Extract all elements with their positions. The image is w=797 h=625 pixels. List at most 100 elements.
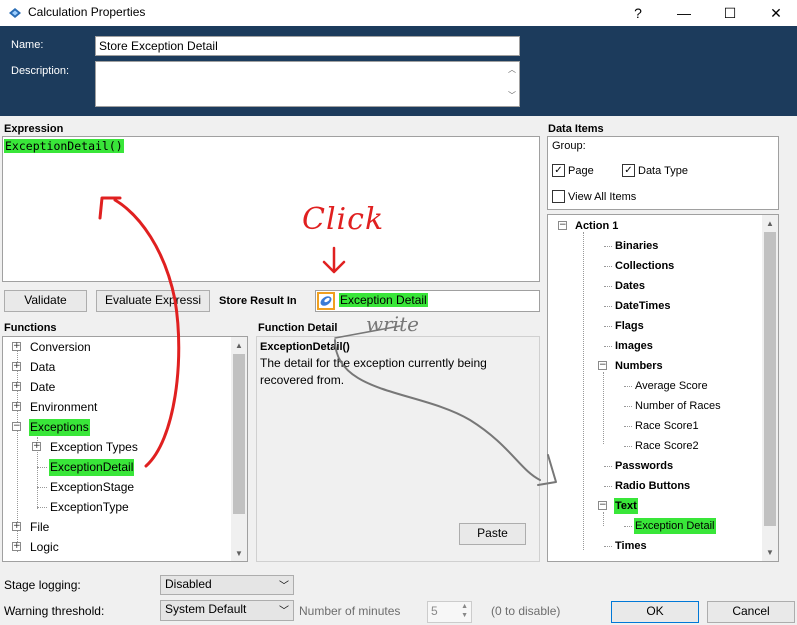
cancel-button[interactable]: Cancel (707, 601, 795, 623)
page-checkbox-label: Page (568, 165, 594, 177)
description-scrollbar[interactable]: ︿ ﹀ (505, 62, 519, 106)
collapse-icon[interactable]: − (12, 422, 21, 431)
tree-branch-line (604, 546, 612, 547)
minutes-label: Number of minutes (299, 604, 401, 618)
scroll-up-icon[interactable]: ▲ (762, 219, 778, 228)
function-item[interactable]: Logic (29, 539, 60, 556)
data-item[interactable]: Dates (614, 278, 646, 294)
minutes-value: 5 (431, 604, 438, 618)
page-checkbox[interactable]: ✓ (552, 164, 565, 177)
ok-button[interactable]: OK (611, 601, 699, 623)
validate-button[interactable]: Validate (4, 290, 87, 312)
name-label: Name: (11, 39, 44, 51)
chevron-down-icon: ﹀ (279, 606, 289, 617)
data-item[interactable]: Binaries (614, 238, 659, 254)
tree-branch-line (624, 406, 632, 407)
spinner-arrows-icon[interactable]: ▲ ▼ (461, 602, 468, 620)
expand-icon[interactable]: + (12, 542, 21, 551)
tree-branch-line (604, 266, 612, 267)
collapse-icon[interactable]: − (598, 501, 607, 510)
group-label: Group: (552, 140, 586, 152)
tree-branch-line (624, 386, 632, 387)
app-icon (9, 8, 21, 18)
function-item[interactable]: Exceptions (29, 419, 90, 436)
scroll-down-icon[interactable]: ▼ (762, 548, 778, 557)
expand-icon[interactable]: + (12, 402, 21, 411)
maximize-button[interactable]: ☐ (707, 0, 753, 26)
data-item[interactable]: Action 1 (574, 218, 619, 234)
tree-branch-line (37, 487, 47, 488)
function-signature: ExceptionDetail() (260, 341, 350, 353)
scroll-down-icon[interactable]: ﹀ (505, 90, 519, 101)
expand-icon[interactable]: + (12, 342, 21, 351)
view-all-checkbox-label: View All Items (568, 191, 637, 203)
evaluate-expression-button[interactable]: Evaluate Expressi (96, 290, 210, 312)
view-all-checkbox[interactable] (552, 190, 565, 203)
tree-branch-line (624, 426, 632, 427)
data-type-checkbox[interactable]: ✓ (622, 164, 635, 177)
data-item[interactable]: Exception Detail (634, 518, 716, 534)
data-items-scroll-thumb[interactable] (764, 232, 776, 526)
collapse-icon[interactable]: − (598, 361, 607, 370)
expand-icon[interactable]: + (12, 522, 21, 531)
minimize-button[interactable]: — (661, 0, 707, 26)
store-result-label: Store Result In (219, 295, 297, 307)
collapse-icon[interactable]: − (558, 221, 567, 230)
warning-threshold-select[interactable]: System Default ﹀ (160, 600, 294, 621)
data-item[interactable]: Images (614, 338, 654, 354)
expand-icon[interactable]: + (32, 442, 41, 451)
warning-threshold-value: System Default (165, 602, 247, 616)
name-field[interactable]: Store Exception Detail (95, 36, 520, 56)
data-item-icon[interactable] (317, 292, 335, 310)
minutes-spinner[interactable]: 5 ▲ ▼ (427, 601, 472, 623)
data-type-checkbox-label: Data Type (638, 165, 688, 177)
function-item[interactable]: ExceptionDetail (49, 459, 135, 476)
function-item[interactable]: File (29, 519, 50, 536)
stage-logging-select[interactable]: Disabled ﹀ (160, 575, 294, 595)
functions-label: Functions (4, 322, 57, 334)
expand-icon[interactable]: + (12, 382, 21, 391)
data-item[interactable]: Race Score1 (634, 418, 700, 434)
data-item[interactable]: Text (614, 498, 638, 514)
data-item[interactable]: Passwords (614, 458, 674, 474)
data-item[interactable]: Flags (614, 318, 645, 334)
functions-scroll-thumb[interactable] (233, 354, 245, 514)
function-item[interactable]: Conversion (29, 339, 92, 356)
stage-logging-value: Disabled (165, 577, 212, 591)
annotation-click-text: Click (302, 202, 385, 237)
paste-button[interactable]: Paste (459, 523, 526, 545)
stage-logging-label: Stage logging: (4, 578, 81, 592)
data-item[interactable]: Collections (614, 258, 675, 274)
data-item[interactable]: Number of Races (634, 398, 722, 414)
description-field[interactable] (95, 61, 520, 107)
close-button[interactable]: ✕ (753, 0, 797, 26)
tree-branch-line (604, 306, 612, 307)
function-description: The detail for the exception currently b… (260, 356, 487, 387)
function-item[interactable]: ExceptionStage (49, 479, 135, 496)
expression-editor[interactable] (2, 136, 540, 282)
annotation-write-text: write (366, 312, 419, 336)
tree-branch-line (604, 246, 612, 247)
data-item[interactable]: DateTimes (614, 298, 671, 314)
data-item[interactable]: Race Score2 (634, 438, 700, 454)
function-item[interactable]: Environment (29, 399, 98, 416)
expand-icon[interactable]: + (12, 362, 21, 371)
expression-text: ExceptionDetail() (4, 139, 124, 153)
help-button[interactable]: ? (615, 0, 661, 26)
tree-guide-line (603, 512, 604, 526)
function-item[interactable]: Exception Types (49, 439, 139, 456)
scroll-up-icon[interactable]: ︿ (505, 64, 519, 75)
description-label: Description: (11, 65, 70, 77)
tree-guide-line (583, 232, 584, 550)
data-item[interactable]: Radio Buttons (614, 478, 691, 494)
scroll-down-icon[interactable]: ▼ (231, 549, 247, 558)
function-item[interactable]: ExceptionType (49, 499, 130, 516)
function-item[interactable]: Date (29, 379, 56, 396)
data-item[interactable]: Numbers (614, 358, 664, 374)
data-item[interactable]: Average Score (634, 378, 709, 394)
scroll-up-icon[interactable]: ▲ (231, 341, 247, 350)
tree-branch-line (604, 346, 612, 347)
tree-branch-line (37, 507, 47, 508)
function-item[interactable]: Data (29, 359, 56, 376)
data-item[interactable]: Times (614, 538, 648, 554)
